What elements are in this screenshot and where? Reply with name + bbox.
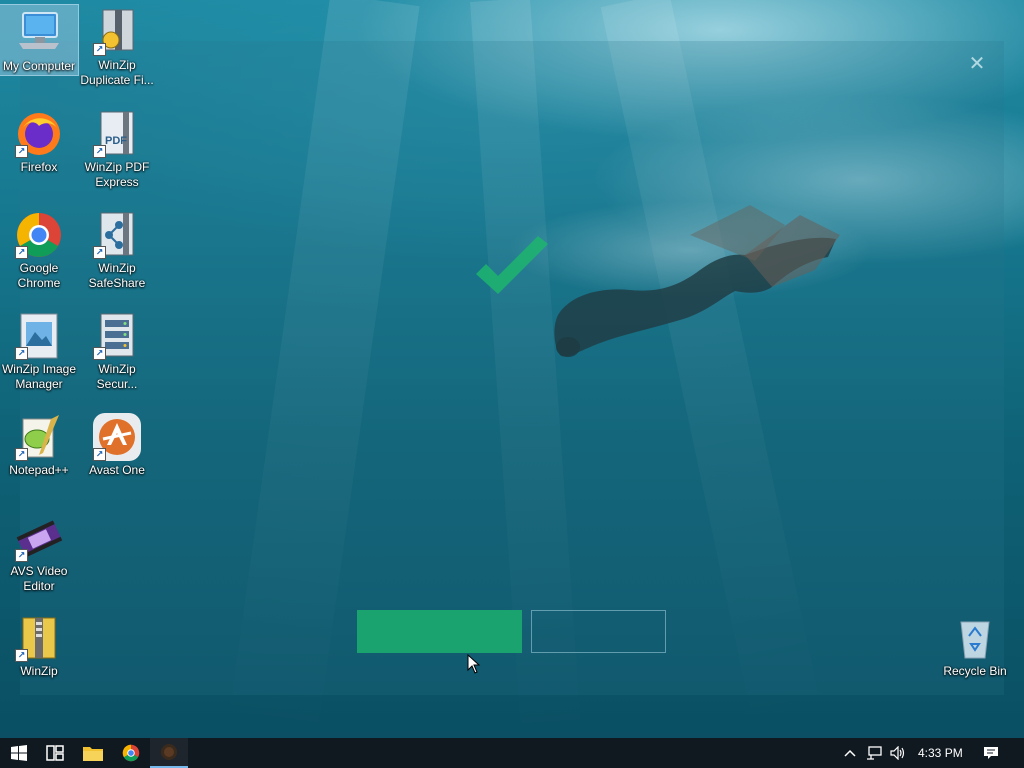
icon-label: Recycle Bin (943, 664, 1007, 678)
icon-avast-one[interactable]: ↗ Avast One (78, 407, 156, 478)
windows-start-icon[interactable] (0, 738, 38, 768)
shortcut-arrow-icon: ↗ (93, 448, 106, 461)
icon-label: Firefox (20, 160, 58, 174)
mouse-cursor-icon (467, 654, 481, 674)
shortcut-arrow-icon: ↗ (15, 448, 28, 461)
shortcut-arrow-icon: ↗ (93, 43, 106, 56)
icon-winzip-safeshare[interactable]: ↗ WinZip SafeShare (78, 205, 156, 291)
installer-window: ✕ (20, 41, 1004, 695)
volume-icon[interactable] (886, 738, 910, 768)
icon-label: Google Chrome (17, 261, 61, 290)
shortcut-arrow-icon: ↗ (93, 145, 106, 158)
icon-notepad-plus-plus[interactable]: ↗ Notepad++ (0, 407, 78, 478)
recycle-bin-icon (951, 614, 999, 662)
checkmark-icon (476, 236, 548, 294)
secondary-action-button[interactable] (531, 610, 666, 653)
icon-winzip[interactable]: ↗ WinZip (0, 608, 78, 679)
firefox-icon: ↗ (15, 110, 63, 158)
icon-label: My Computer (2, 59, 76, 73)
icon-google-chrome[interactable]: ↗ Google Chrome (0, 205, 78, 291)
server-rack-icon: ↗ (93, 312, 141, 360)
shortcut-arrow-icon: ↗ (15, 649, 28, 662)
chrome-icon: ↗ (15, 211, 63, 259)
icon-label: WinZip PDF Express (84, 160, 150, 189)
shortcut-arrow-icon: ↗ (93, 246, 106, 259)
winzip-icon: ↗ (15, 614, 63, 662)
shortcut-arrow-icon: ↗ (93, 347, 106, 360)
icon-winzip-pdf-express[interactable]: PDF ↗ WinZip PDF Express (78, 104, 156, 190)
shortcut-arrow-icon: ↗ (15, 145, 28, 158)
avast-one-icon: ↗ (93, 413, 141, 461)
shortcut-arrow-icon: ↗ (15, 246, 28, 259)
icon-label: WinZip Duplicate Fi... (80, 58, 154, 87)
icon-label: WinZip Secur... (96, 362, 138, 391)
notepad-plus-plus-icon: ↗ (15, 413, 63, 461)
shortcut-arrow-icon: ↗ (15, 347, 28, 360)
icon-winzip-image-manager[interactable]: ↗ WinZip Image Manager (0, 306, 78, 392)
icon-firefox[interactable]: ↗ Firefox (0, 104, 78, 175)
computer-icon (15, 9, 63, 57)
chrome-icon[interactable] (112, 738, 150, 768)
icon-label: WinZip (20, 664, 58, 678)
icon-winzip-duplicate-files[interactable]: ↗ WinZip Duplicate Fi... (78, 2, 156, 88)
network-icon[interactable] (862, 738, 886, 768)
icon-my-computer[interactable]: My Computer (0, 4, 79, 76)
film-reel-icon: ↗ (15, 514, 63, 562)
task-view-icon[interactable] (36, 738, 74, 768)
close-icon[interactable]: ✕ (966, 53, 988, 75)
icon-recycle-bin[interactable]: Recycle Bin (936, 608, 1014, 679)
winzip-image-manager-icon: ↗ (15, 312, 63, 360)
icon-label: WinZip Image Manager (1, 362, 77, 391)
share-icon: ↗ (93, 211, 141, 259)
clock-time[interactable]: 4:33 PM (918, 738, 963, 768)
show-hidden-icons-chevron-icon[interactable] (838, 738, 862, 768)
icon-label: Avast One (89, 463, 145, 477)
shortcut-arrow-icon: ↗ (15, 549, 28, 562)
notification-icon[interactable] (978, 738, 1004, 768)
file-explorer-icon[interactable] (74, 738, 112, 768)
installer-app-icon[interactable] (150, 738, 188, 768)
primary-action-button[interactable] (357, 610, 522, 653)
icon-label: WinZip SafeShare (88, 261, 146, 290)
icon-winzip-secure[interactable]: ↗ WinZip Secur... (78, 306, 156, 392)
taskbar: 4:33 PM (0, 738, 1024, 768)
icon-avs-video-editor[interactable]: ↗ AVS Video Editor (0, 508, 78, 594)
icon-label: AVS Video Editor (10, 564, 68, 593)
svg-text:PDF: PDF (105, 135, 127, 147)
winzip-duplicate-files-icon: ↗ (93, 8, 141, 56)
icon-label: Notepad++ (9, 463, 69, 477)
pdf-document-icon: PDF ↗ (93, 110, 141, 158)
